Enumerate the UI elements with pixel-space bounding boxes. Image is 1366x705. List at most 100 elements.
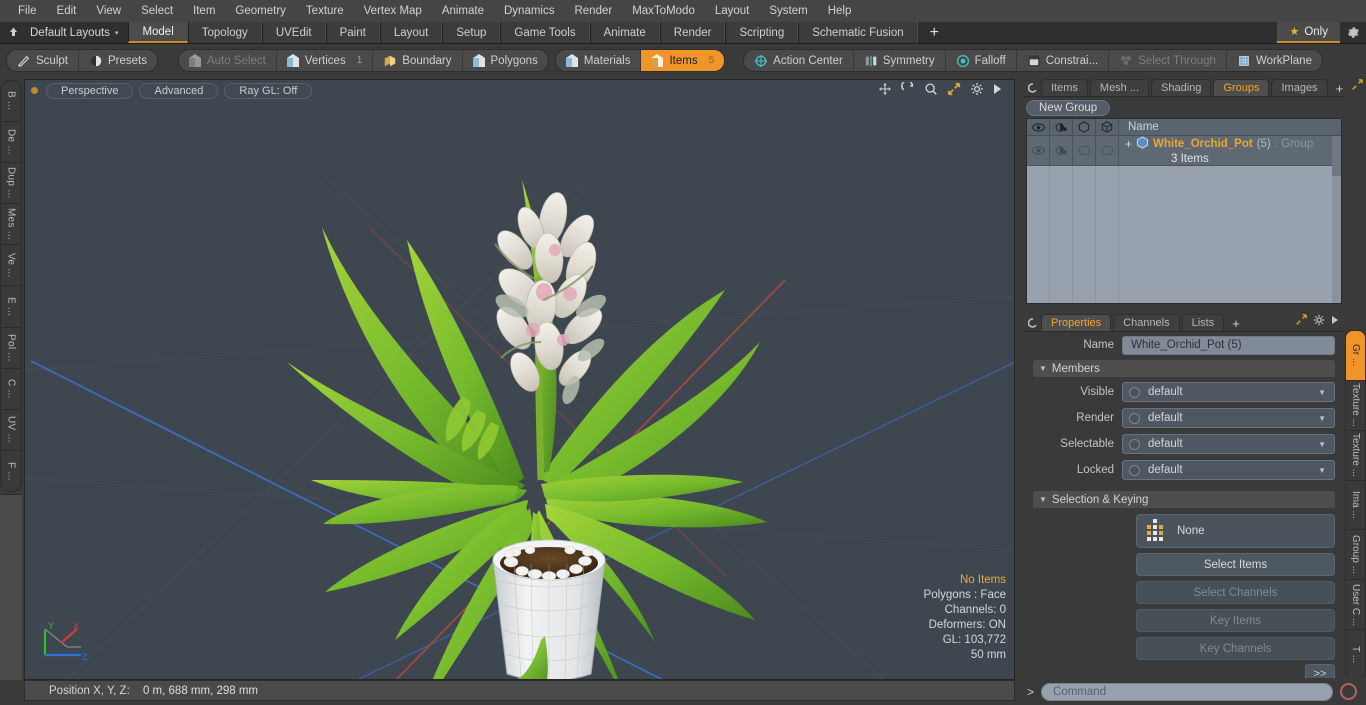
cube-wire-icon[interactable] [1096, 119, 1119, 135]
rotate-icon[interactable] [901, 80, 915, 99]
tool-button-materials[interactable]: Materials [556, 50, 642, 71]
toggle-bubble-icon[interactable] [1129, 438, 1140, 450]
layout-tab-game-tools[interactable]: Game Tools [500, 22, 590, 43]
menu-item-layout[interactable]: Layout [705, 2, 760, 20]
properties-tab-lists[interactable]: Lists [1181, 314, 1225, 331]
left-tab-ve[interactable]: Ve ... [1, 245, 21, 287]
layout-tab-paint[interactable]: Paint [325, 22, 380, 43]
left-tab-c[interactable]: C ... [1, 369, 21, 410]
left-tab-b[interactable]: B ... [1, 81, 21, 123]
member-dropdown-visible[interactable]: default ▼ [1122, 382, 1335, 402]
layout-tab-uvedit[interactable]: UVEdit [261, 22, 326, 43]
tool-button-presets[interactable]: Presets [79, 50, 157, 71]
row-render-icon[interactable] [1050, 136, 1073, 165]
button-select-items[interactable]: Select Items [1136, 553, 1335, 576]
panel-tab-items[interactable]: Items [1041, 79, 1088, 96]
row-eye-icon[interactable] [1027, 136, 1050, 165]
group-list-empty-area[interactable] [1027, 166, 1341, 303]
toggle-bubble-icon[interactable] [1129, 386, 1140, 398]
panel-tab-images[interactable]: Images [1271, 79, 1328, 96]
right-tab-texture[interactable]: Texture ... [1346, 381, 1365, 431]
right-tab-t[interactable]: T ... [1346, 630, 1365, 679]
add-panel-tab-button[interactable]: + [1330, 81, 1350, 96]
properties-tab-channels[interactable]: Channels [1113, 314, 1180, 331]
left-tab-uv[interactable]: UV ... [1, 410, 21, 451]
layout-name-dropdown[interactable]: Default Layouts ▾ [26, 22, 128, 43]
menu-item-animate[interactable]: Animate [432, 2, 494, 20]
arrow-right-icon[interactable] [993, 83, 1002, 98]
selection-keying-section-header[interactable]: ▼ Selection & Keying [1033, 491, 1335, 508]
menu-item-select[interactable]: Select [131, 2, 183, 20]
expand-icon[interactable] [1351, 79, 1364, 94]
tool-button-boundary[interactable]: Boundary [373, 50, 463, 71]
viewport-3d[interactable]: Perspective Advanced Ray GL: Off No Item… [24, 79, 1015, 680]
expand-icon[interactable] [1295, 314, 1307, 329]
left-tab-de[interactable]: De ... [1, 122, 21, 164]
new-group-button[interactable]: New Group [1026, 99, 1111, 116]
tool-button-polygons[interactable]: Polygons [463, 50, 548, 71]
panel-menu-icon[interactable] [1027, 83, 1038, 93]
menu-item-dynamics[interactable]: Dynamics [494, 2, 564, 20]
layout-tab-animate[interactable]: Animate [589, 22, 660, 43]
gear-icon[interactable] [1313, 314, 1325, 329]
panel-tab-shading[interactable]: Shading [1151, 79, 1212, 96]
left-tab-mes[interactable]: Mes ... [1, 204, 21, 246]
cube-outline-icon[interactable] [1073, 119, 1096, 135]
tool-button-symmetry[interactable]: Symmetry [854, 50, 946, 71]
menu-item-render[interactable]: Render [564, 2, 622, 20]
right-tab-userc[interactable]: User C ... [1346, 580, 1365, 631]
add-layout-tab-button[interactable]: + [917, 22, 951, 43]
menu-item-geometry[interactable]: Geometry [225, 2, 296, 20]
member-dropdown-locked[interactable]: default ▼ [1122, 460, 1335, 480]
eye-icon[interactable] [1027, 119, 1050, 135]
layout-tab-setup[interactable]: Setup [442, 22, 501, 43]
tool-button-auto-select[interactable]: Auto Select [179, 50, 277, 71]
layout-tab-layout[interactable]: Layout [379, 22, 443, 43]
menu-item-maxtomodo[interactable]: MaxToModo [622, 2, 705, 20]
layout-tab-render[interactable]: Render [659, 22, 726, 43]
zoom-icon[interactable] [924, 82, 938, 99]
tool-button-select-through[interactable]: Select Through [1109, 50, 1227, 71]
home-up-icon[interactable] [0, 22, 26, 43]
member-dropdown-render[interactable]: default ▼ [1122, 408, 1335, 428]
tool-button-constrai-[interactable]: Constrai... [1017, 50, 1110, 71]
move-icon[interactable] [878, 82, 892, 99]
group-list-scrollbar[interactable] [1332, 136, 1341, 303]
toggle-bubble-icon[interactable] [1129, 412, 1140, 424]
right-tab-texture[interactable]: Texture ... [1346, 431, 1365, 481]
left-tab-f[interactable]: F ... [1, 451, 21, 491]
arrow-right-icon[interactable] [1331, 315, 1339, 328]
panel-tab-groups[interactable]: Groups [1213, 79, 1270, 96]
record-led-icon[interactable] [1340, 683, 1357, 700]
menu-item-file[interactable]: File [8, 2, 47, 20]
row-locked-toggle[interactable] [1096, 136, 1119, 165]
menu-item-view[interactable]: View [86, 2, 131, 20]
layout-tab-schematic-fusion[interactable]: Schematic Fusion [798, 22, 918, 43]
expand-row-button[interactable]: + [1125, 138, 1132, 150]
tool-button-action-center[interactable]: Action Center [744, 50, 854, 71]
menu-item-item[interactable]: Item [183, 2, 225, 20]
left-tab-e[interactable]: E ... [1, 286, 21, 328]
menu-item-system[interactable]: System [759, 2, 817, 20]
viewport-pill-raygl[interactable]: Ray GL: Off [224, 82, 313, 99]
viewport-pill-perspective[interactable]: Perspective [46, 82, 134, 99]
menu-item-vertex-map[interactable]: Vertex Map [354, 2, 432, 20]
name-input[interactable]: White_Orchid_Pot (5) [1122, 335, 1335, 355]
member-dropdown-selectable[interactable]: default ▼ [1122, 434, 1335, 454]
menu-item-texture[interactable]: Texture [296, 2, 354, 20]
left-tab-dup[interactable]: Dup ... [1, 163, 21, 205]
members-section-header[interactable]: ▼ Members [1033, 360, 1335, 377]
properties-tab-properties[interactable]: Properties [1041, 314, 1112, 331]
right-tab-group[interactable]: Group ... [1346, 530, 1365, 581]
only-toggle-button[interactable]: ★ Only [1277, 22, 1340, 43]
gear-icon[interactable] [970, 82, 984, 99]
menu-item-help[interactable]: Help [818, 2, 862, 20]
right-tab-ima[interactable]: Ima ... [1346, 481, 1365, 531]
viewport-pill-advanced[interactable]: Advanced [139, 82, 219, 99]
layout-tab-model[interactable]: Model [128, 22, 188, 43]
axis-gizmo[interactable]: Y X Z [37, 617, 97, 667]
group-list[interactable]: Name + White_Orchid_Pot (5): Group 3 It… [1026, 118, 1342, 304]
fit-icon[interactable] [947, 82, 961, 99]
row-selectable-toggle[interactable] [1073, 136, 1096, 165]
layout-tab-scripting[interactable]: Scripting [725, 22, 799, 43]
